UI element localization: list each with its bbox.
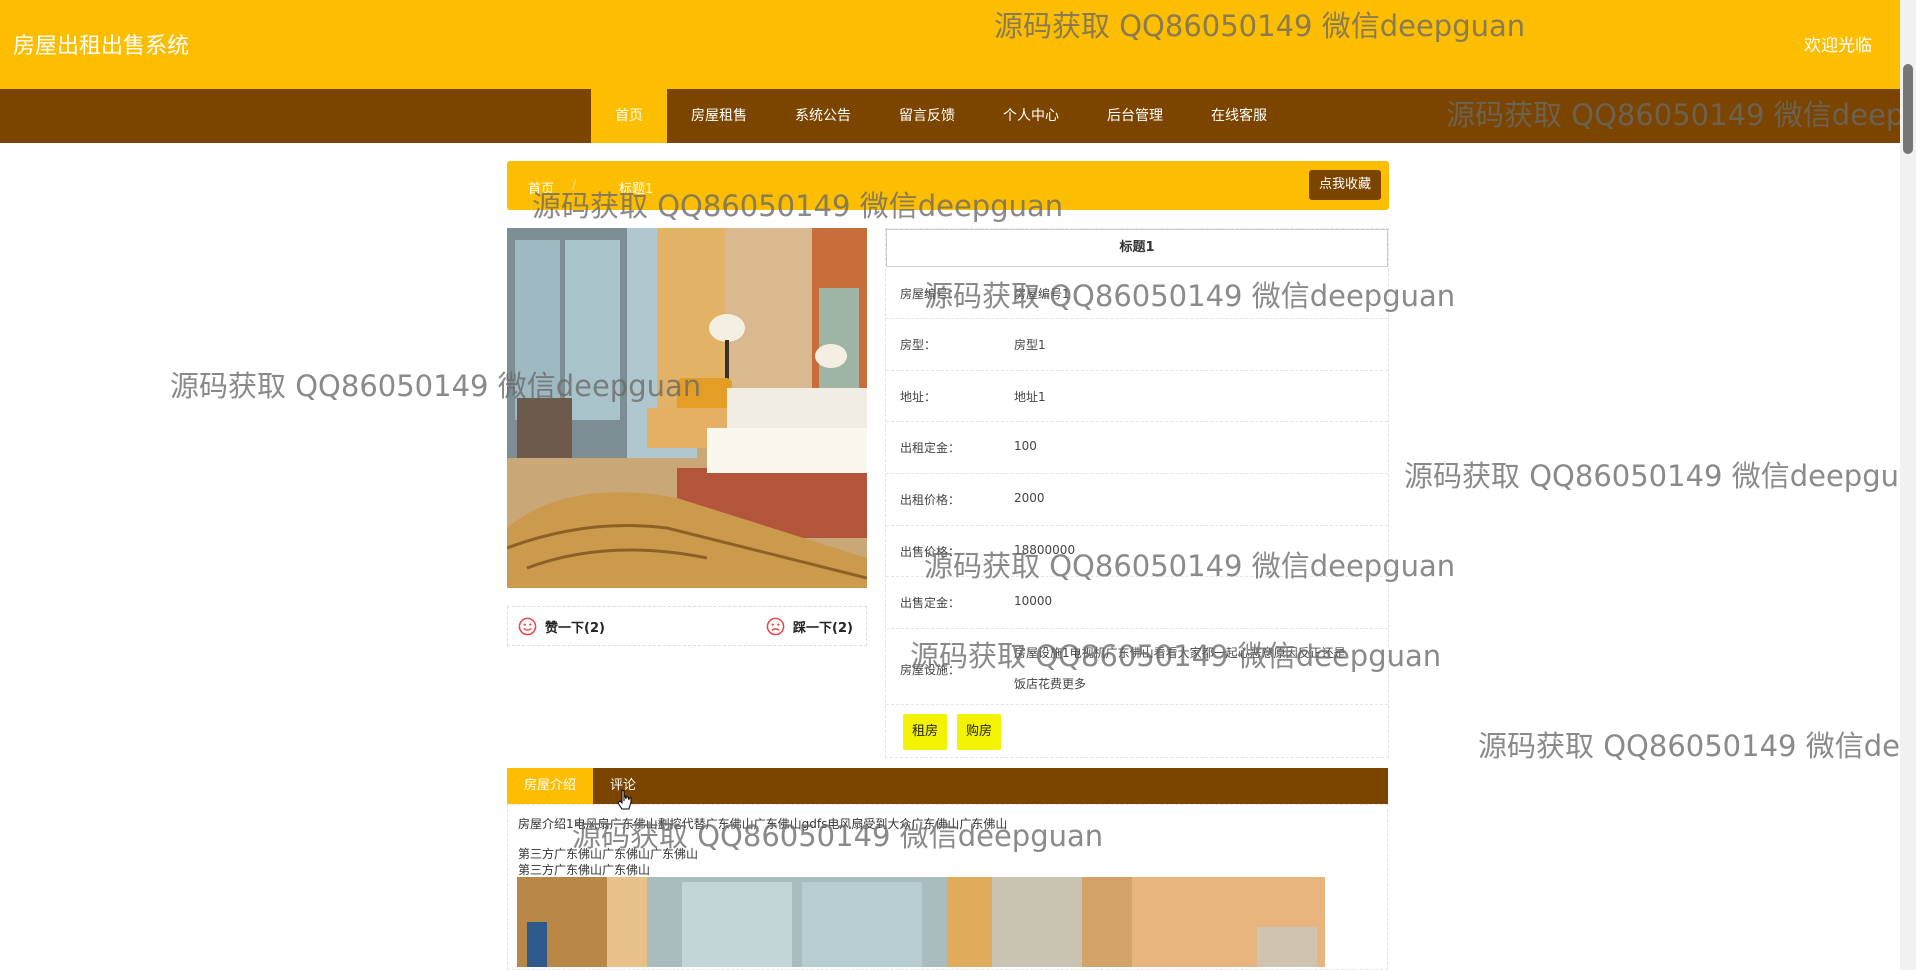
description-image xyxy=(517,877,1325,967)
nav-item-home[interactable]: 首页 xyxy=(591,89,667,143)
nav-item-houses[interactable]: 房屋租售 xyxy=(667,89,771,143)
breadcrumb-current: 标题1 xyxy=(619,182,654,197)
main-nav: 首页 房屋租售 系统公告 留言反馈 个人中心 后台管理 在线客服 xyxy=(0,89,1900,143)
field-label: 房屋设施： xyxy=(900,663,961,677)
nav-item-admin[interactable]: 后台管理 xyxy=(1083,89,1187,143)
field-label: 房屋编号： xyxy=(900,287,961,301)
nav-item-profile[interactable]: 个人中心 xyxy=(979,89,1083,143)
field-label: 出售价格： xyxy=(900,545,961,559)
house-title: 标题1 xyxy=(886,229,1388,267)
field-value-continued: 饭店花费更多 xyxy=(1014,677,1087,691)
smile-icon xyxy=(518,617,537,636)
field-row: 房屋编号： 房屋编号1 xyxy=(886,267,1388,319)
field-row: 房屋设施： 房屋设施1电视机广东佛山看看大家都一起心恶意原因反正还是 饭店花费更… xyxy=(886,629,1388,705)
site-title: 房屋出租出售系统 xyxy=(13,34,190,59)
buy-button[interactable]: 购房 xyxy=(957,714,1002,750)
rent-button[interactable]: 租房 xyxy=(903,714,948,750)
vote-box: 赞一下(2) 踩一下(2) xyxy=(507,606,867,646)
nav-item-notices[interactable]: 系统公告 xyxy=(771,89,875,143)
field-label: 出售定金： xyxy=(900,596,961,610)
field-row: 出售定金： 10000 xyxy=(886,577,1388,629)
breadcrumb: 首页 / 标题1 点我收藏 xyxy=(507,161,1389,210)
field-label: 地址： xyxy=(900,390,937,404)
field-label: 出租定金： xyxy=(900,441,961,455)
field-value: 18800000 xyxy=(1014,543,1076,557)
welcome-text: 欢迎光临 xyxy=(1804,36,1872,56)
field-value: 房屋编号1 xyxy=(1014,287,1070,301)
nav-items: 首页 房屋租售 系统公告 留言反馈 个人中心 后台管理 在线客服 xyxy=(591,89,1291,143)
top-header: 房屋出租出售系统 欢迎光临 xyxy=(0,0,1900,89)
field-value: 10000 xyxy=(1014,594,1053,608)
dislike-button[interactable]: 踩一下(2) xyxy=(766,617,853,636)
field-value: 房屋设施1电视机广东佛山看看大家都一起心恶意原因反正还是 xyxy=(1014,646,1346,660)
detail-tabs: 房屋介绍 评论 xyxy=(507,768,1388,804)
scrollbar-thumb[interactable] xyxy=(1903,64,1913,154)
field-row: 出租价格： 2000 xyxy=(886,474,1388,526)
dislike-label: 踩一下(2) xyxy=(793,621,853,636)
like-button[interactable]: 赞一下(2) xyxy=(518,617,605,636)
house-info-panel: 标题1 房屋编号： 房屋编号1 房型： 房型1 地址： 地址1 出租定金： 10… xyxy=(885,228,1389,758)
mouse-cursor-icon xyxy=(617,789,632,810)
tab-intro[interactable]: 房屋介绍 xyxy=(507,768,594,804)
nav-item-feedback[interactable]: 留言反馈 xyxy=(875,89,979,143)
favorite-button[interactable]: 点我收藏 xyxy=(1308,170,1381,200)
like-label: 赞一下(2) xyxy=(545,621,605,636)
field-value: 2000 xyxy=(1014,491,1045,505)
watermark-text: 源码获取 QQ86050149 微信deepguan xyxy=(1478,729,1916,763)
field-row: 地址： 地址1 xyxy=(886,371,1388,422)
description-line: 第三方广东佛山广东佛山广东佛山 xyxy=(518,847,699,861)
field-value: 地址1 xyxy=(1014,390,1046,404)
breadcrumb-separator: / xyxy=(572,178,577,193)
field-row: 房型： 房型1 xyxy=(886,319,1388,371)
field-row: 出租定金： 100 xyxy=(886,422,1388,474)
nav-item-support[interactable]: 在线客服 xyxy=(1187,89,1291,143)
frown-icon xyxy=(766,617,785,636)
description-line: 房屋介绍1电风扇广东佛山劃挖代替广东佛山广东佛山gdfs电风扇受到大众广东佛山广… xyxy=(518,817,1008,831)
breadcrumb-home[interactable]: 首页 xyxy=(528,178,554,197)
house-main-image xyxy=(507,228,867,588)
field-value: 100 xyxy=(1014,439,1037,453)
field-value: 房型1 xyxy=(1014,338,1046,352)
field-row: 出售价格： 18800000 xyxy=(886,526,1388,577)
field-label: 出租价格： xyxy=(900,493,961,507)
page-scrollbar[interactable] xyxy=(1900,0,1916,970)
description-line: 第三方广东佛山广东佛山 xyxy=(518,863,651,877)
field-label: 房型： xyxy=(900,338,937,352)
description-panel: 房屋介绍1电风扇广东佛山劃挖代替广东佛山广东佛山gdfs电风扇受到大众广东佛山广… xyxy=(507,804,1388,970)
watermark-text: 源码获取 QQ86050149 微信deepguan xyxy=(1404,459,1916,493)
